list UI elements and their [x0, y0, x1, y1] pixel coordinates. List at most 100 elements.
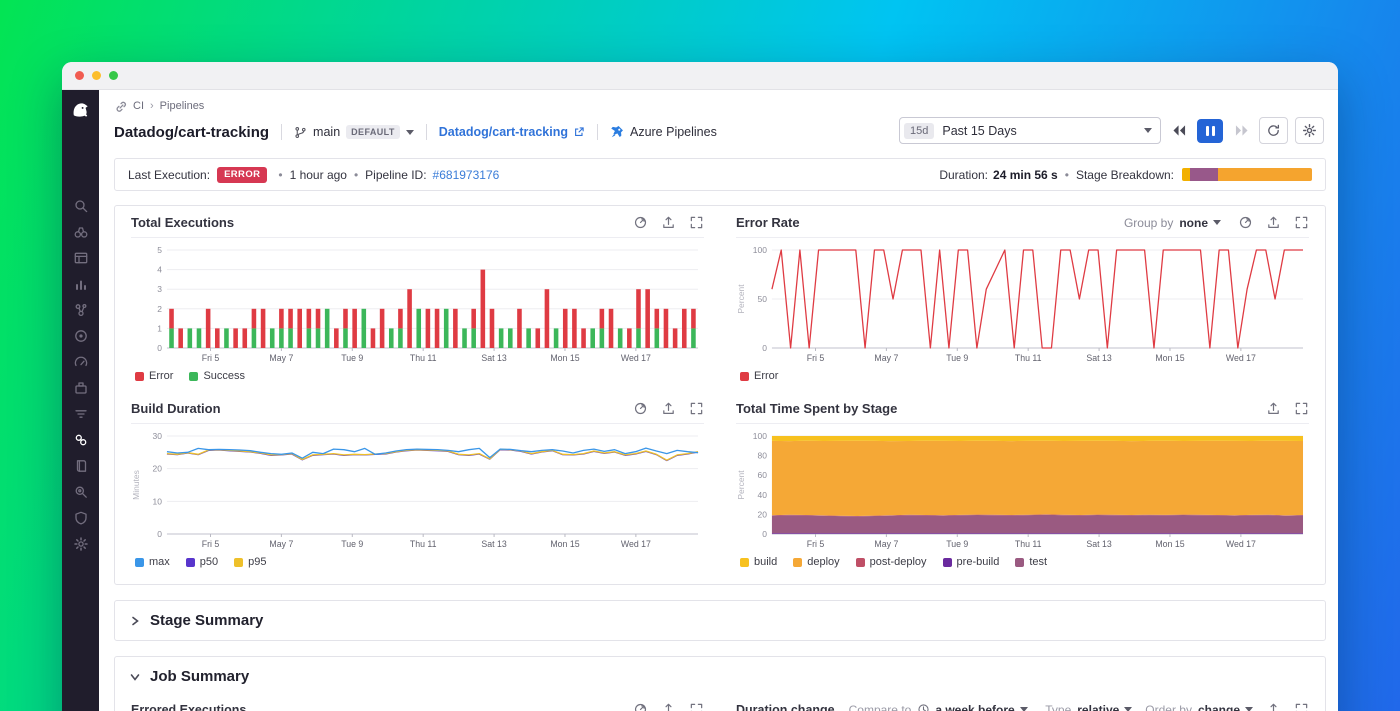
chevron-down-icon	[1020, 707, 1028, 711]
svg-text:2: 2	[157, 304, 162, 314]
svg-text:Thu 11: Thu 11	[1015, 353, 1042, 363]
window-titlebar	[62, 62, 1338, 90]
svg-text:Wed 17: Wed 17	[1226, 539, 1256, 549]
sidebar-item-security[interactable]	[73, 510, 89, 526]
scope-icon[interactable]	[1238, 215, 1253, 230]
legend-item-post-deploy[interactable]: post-deploy	[856, 556, 927, 568]
svg-text:30: 30	[153, 431, 163, 441]
chevron-right-icon	[130, 616, 140, 626]
svg-text:Sat 13: Sat 13	[481, 353, 506, 363]
sidebar-item-integrations[interactable]	[73, 380, 89, 396]
group-by-value: none	[1179, 216, 1208, 230]
time-forward-button[interactable]	[1230, 120, 1252, 142]
branch-selector[interactable]: main DEFAULT	[294, 125, 414, 139]
legend-item-max[interactable]: max	[135, 556, 170, 568]
svg-text:May 7: May 7	[874, 353, 898, 363]
scope-icon[interactable]	[633, 401, 648, 416]
total-executions-chart[interactable]: 012345Fri 5May 7Tue 9Thu 11Sat 13Mon 15W…	[131, 244, 704, 366]
group-by-select[interactable]: none	[1179, 216, 1221, 230]
sidebar-item-monitors[interactable]	[73, 328, 89, 344]
stage-time-chart[interactable]: 020406080100Fri 5May 7Tue 9Thu 11Sat 13M…	[736, 430, 1309, 552]
sidebar-item-events[interactable]	[73, 250, 89, 266]
compare-to-label: Compare to	[849, 703, 912, 711]
repository-link[interactable]: Datadog/cart-tracking	[439, 125, 585, 139]
close-window-button[interactable]	[75, 71, 84, 80]
sidebar-item-metrics[interactable]	[73, 276, 89, 292]
legend-item-build[interactable]: build	[740, 556, 777, 568]
svg-text:4: 4	[157, 265, 162, 275]
sidebar-item-settings[interactable]	[73, 536, 89, 552]
page-header: Datadog/cart-tracking main DEFAULT Datad…	[114, 119, 1326, 145]
legend-item-p50[interactable]: p50	[186, 556, 218, 568]
pipeline-id-link[interactable]: #681973176	[433, 168, 500, 182]
time-backward-button[interactable]	[1168, 120, 1190, 142]
fullscreen-icon[interactable]	[689, 215, 704, 230]
legend-item-test[interactable]: test	[1015, 556, 1047, 568]
dot-separator: •	[278, 168, 282, 182]
svg-text:Fri 5: Fri 5	[202, 353, 220, 363]
breadcrumb-page[interactable]: Pipelines	[160, 100, 205, 112]
svg-text:40: 40	[758, 490, 768, 500]
export-icon[interactable]	[661, 401, 676, 416]
fullscreen-icon[interactable]	[689, 702, 704, 711]
sidebar-item-notebooks[interactable]	[73, 458, 89, 474]
svg-text:May 7: May 7	[874, 539, 898, 549]
compare-to-select[interactable]: a week before	[917, 703, 1027, 711]
sidebar-item-search[interactable]	[73, 198, 89, 214]
legend-item-pre-build[interactable]: pre-build	[943, 556, 1000, 568]
scope-icon[interactable]	[633, 215, 648, 230]
sidebar-item-logs[interactable]	[73, 406, 89, 422]
settings-gear-button[interactable]	[1295, 117, 1324, 144]
export-icon[interactable]	[1266, 702, 1281, 711]
export-icon[interactable]	[661, 215, 676, 230]
stage-summary-toggle[interactable]: Stage Summary	[115, 601, 1325, 640]
sidebar-item-dashboards[interactable]	[73, 354, 89, 370]
pause-live-button[interactable]	[1197, 119, 1223, 143]
type-select[interactable]: relative	[1077, 703, 1132, 711]
stage-breakdown-bar[interactable]	[1182, 168, 1312, 181]
zoom-window-button[interactable]	[109, 71, 118, 80]
chevron-down-icon	[1245, 707, 1253, 711]
errored-executions-title: Errored Executions	[131, 703, 246, 711]
time-range-picker[interactable]: 15d Past 15 Days	[899, 117, 1161, 144]
legend-item-p95[interactable]: p95	[234, 556, 266, 568]
git-branch-icon	[294, 126, 307, 139]
legend-item-Success[interactable]: Success	[189, 370, 245, 382]
legend-item-Error[interactable]: Error	[135, 370, 173, 382]
fullscreen-icon[interactable]	[1294, 215, 1309, 230]
main-content: CI › Pipelines Datadog/cart-tracking mai…	[99, 90, 1338, 711]
error-rate-chart[interactable]: 050100Fri 5May 7Tue 9Thu 11Sat 13Mon 15W…	[736, 244, 1309, 366]
datadog-logo[interactable]	[69, 99, 92, 122]
svg-text:Mon 15: Mon 15	[550, 353, 579, 363]
svg-text:Mon 15: Mon 15	[550, 539, 579, 549]
legend-item-deploy[interactable]: deploy	[793, 556, 839, 568]
svg-text:Wed 17: Wed 17	[621, 539, 651, 549]
fullscreen-icon[interactable]	[689, 401, 704, 416]
scope-icon[interactable]	[633, 702, 648, 711]
minimize-window-button[interactable]	[92, 71, 101, 80]
sidebar-item-service-map[interactable]	[73, 302, 89, 318]
pipeline-id-label: Pipeline ID:	[365, 168, 426, 182]
sidebar-item-watchdog[interactable]	[73, 224, 89, 240]
build-duration-panel: Build Duration 0102030Fri 5May 7Tue 9Thu…	[115, 392, 720, 578]
group-by-label: Group by	[1124, 216, 1173, 230]
sidebar-item-ci-visibility[interactable]	[73, 432, 89, 448]
export-icon[interactable]	[661, 702, 676, 711]
order-by-select[interactable]: change	[1198, 703, 1253, 711]
build-duration-chart[interactable]: 0102030Fri 5May 7Tue 9Thu 11Sat 13Mon 15…	[131, 430, 704, 552]
job-summary-toggle[interactable]: Job Summary	[115, 657, 1325, 696]
sidebar-item-rum[interactable]	[73, 484, 89, 500]
app-sidebar	[62, 90, 99, 711]
clock-icon	[917, 703, 930, 711]
breadcrumb-section[interactable]: CI	[133, 100, 144, 112]
duration-value: 24 min 56 s	[993, 168, 1058, 182]
fullscreen-icon[interactable]	[1294, 401, 1309, 416]
svg-text:Fri 5: Fri 5	[807, 353, 825, 363]
chevron-down-icon	[130, 672, 140, 682]
refresh-button[interactable]	[1259, 117, 1288, 144]
export-icon[interactable]	[1266, 401, 1281, 416]
duration-label: Duration:	[939, 168, 988, 182]
legend-item-Error[interactable]: Error	[740, 370, 778, 382]
fullscreen-icon[interactable]	[1294, 702, 1309, 711]
export-icon[interactable]	[1266, 215, 1281, 230]
